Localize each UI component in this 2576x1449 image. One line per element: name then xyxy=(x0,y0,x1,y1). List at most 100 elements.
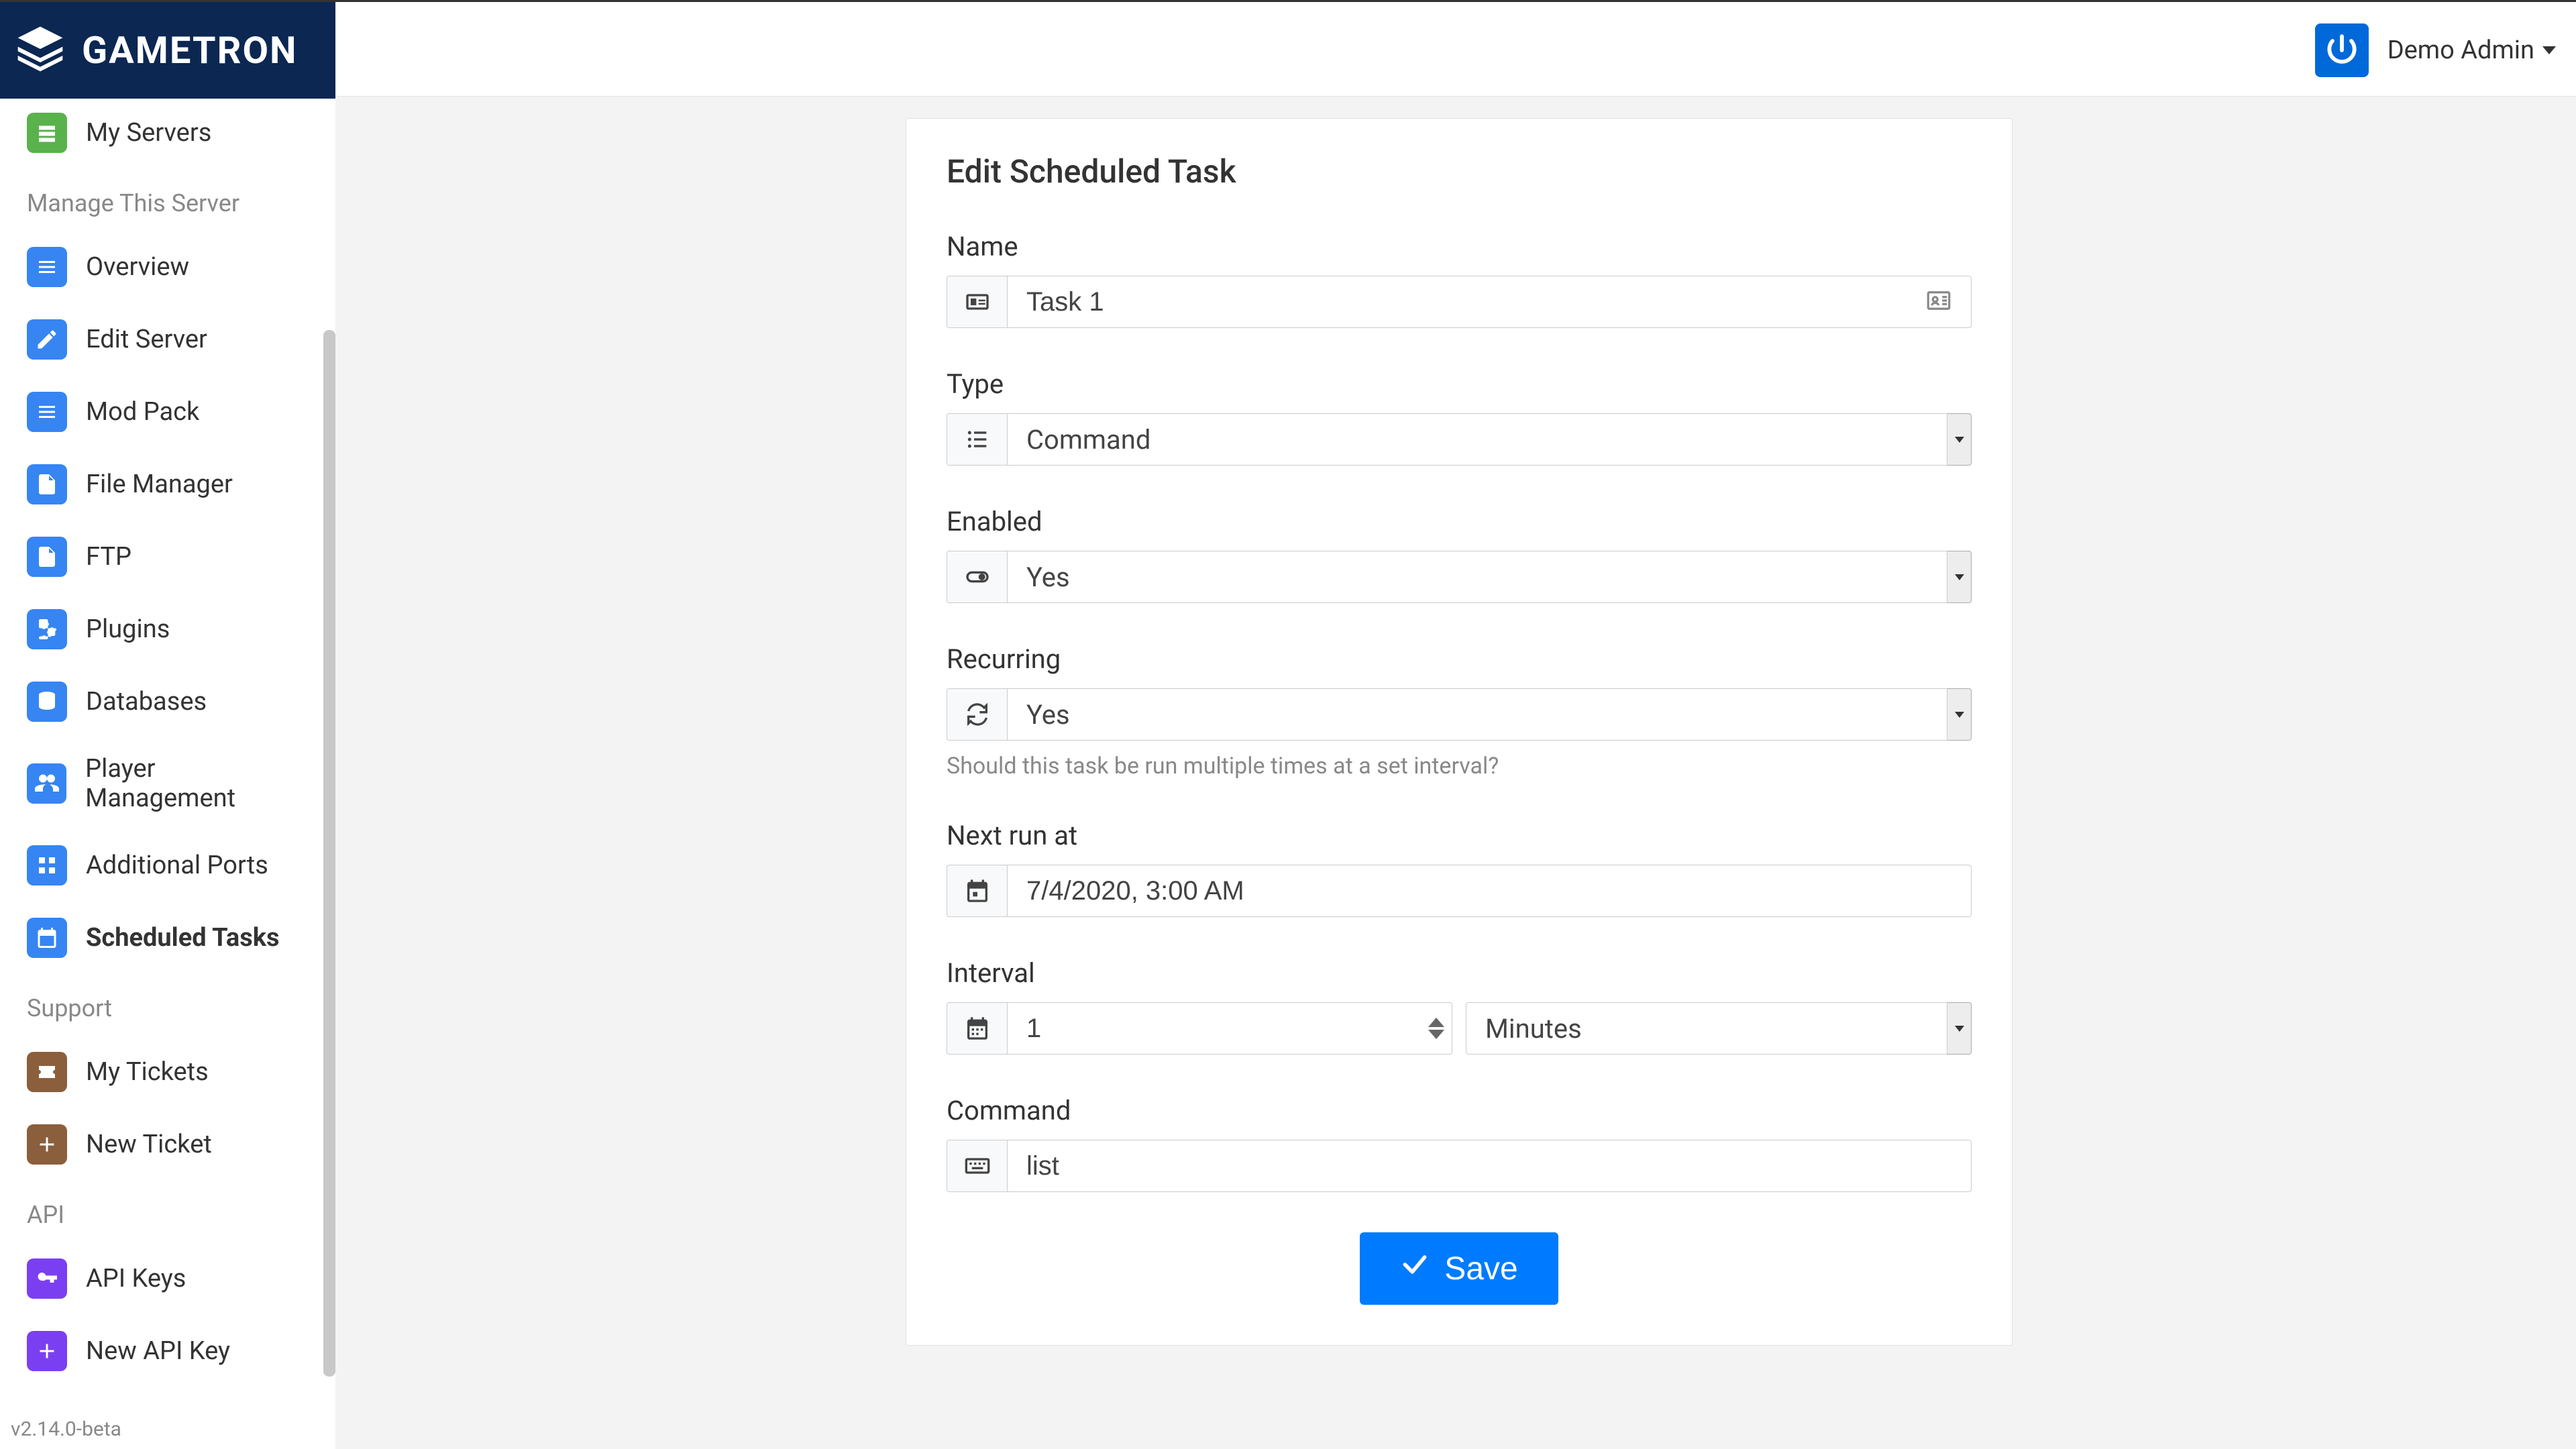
puzzle-icon xyxy=(27,609,67,649)
enabled-label: Enabled xyxy=(947,506,1972,537)
sidebar-item-label: Additional Ports xyxy=(86,851,268,880)
sidebar-item-label: My Servers xyxy=(86,118,211,148)
user-name-label: Demo Admin xyxy=(2387,36,2534,65)
sidebar-item-player-management[interactable]: Player Management xyxy=(0,738,335,829)
type-select[interactable]: Command xyxy=(1007,413,1947,466)
user-menu[interactable]: Demo Admin xyxy=(2387,36,2556,65)
server-icon xyxy=(27,113,67,153)
sidebar-section-api: API xyxy=(0,1181,335,1242)
edit-task-card: Edit Scheduled Task Name Type xyxy=(906,118,2012,1346)
list-icon xyxy=(27,392,67,432)
file-icon xyxy=(27,537,67,577)
sidebar-item-overview[interactable]: Overview xyxy=(0,231,335,303)
interval-value-input[interactable] xyxy=(1007,1002,1452,1055)
command-label: Command xyxy=(947,1095,1972,1126)
dropdown-handle[interactable] xyxy=(1947,688,1972,741)
enabled-value: Yes xyxy=(1026,561,1070,593)
sidebar-item-my-servers[interactable]: My Servers xyxy=(0,97,335,169)
file-icon xyxy=(27,464,67,504)
version-label: v2.14.0-beta xyxy=(11,1417,121,1441)
check-icon xyxy=(1400,1250,1430,1287)
main-content: Edit Scheduled Task Name Type xyxy=(335,97,2576,1449)
users-icon xyxy=(27,763,66,804)
top-bar: GAMETRON Demo Admin xyxy=(0,0,2576,97)
database-icon xyxy=(27,682,67,722)
sidebar-item-mod-pack[interactable]: Mod Pack xyxy=(0,376,335,448)
sidebar-item-my-tickets[interactable]: My Tickets xyxy=(0,1036,335,1108)
sidebar-item-ftp[interactable]: FTP xyxy=(0,521,335,593)
chevron-down-icon xyxy=(2542,46,2556,54)
sidebar-item-label: File Manager xyxy=(86,470,233,499)
sidebar-item-databases[interactable]: Databases xyxy=(0,665,335,738)
interval-unit-value: Minutes xyxy=(1485,1013,1582,1044)
id-card-icon xyxy=(947,276,1007,328)
edit-icon xyxy=(27,319,67,360)
interval-label: Interval xyxy=(947,957,1972,989)
interval-unit-select[interactable]: Minutes xyxy=(1466,1002,1947,1055)
recurring-select[interactable]: Yes xyxy=(1007,688,1947,741)
brand-name: GAMETRON xyxy=(82,28,298,72)
sidebar-item-label: Edit Server xyxy=(86,325,207,354)
network-icon xyxy=(27,845,67,885)
sidebar-item-label: Overview xyxy=(86,252,189,282)
sidebar-section-support: Support xyxy=(0,974,335,1036)
save-button[interactable]: Save xyxy=(1360,1232,1558,1305)
type-label: Type xyxy=(947,368,1972,400)
calendar-day-icon xyxy=(947,865,1007,917)
sidebar-item-label: FTP xyxy=(86,542,131,572)
toggle-icon xyxy=(947,551,1007,603)
sidebar-item-edit-server[interactable]: Edit Server xyxy=(0,303,335,376)
sidebar-item-api-keys[interactable]: API Keys xyxy=(0,1242,335,1315)
plus-icon xyxy=(27,1124,67,1165)
sidebar-item-label: My Tickets xyxy=(86,1057,209,1087)
keyboard-icon xyxy=(947,1140,1007,1192)
command-input[interactable] xyxy=(1007,1140,1972,1192)
chevron-up-icon xyxy=(1428,1018,1444,1027)
nextrun-input[interactable] xyxy=(1007,865,1972,917)
sidebar-item-additional-ports[interactable]: Additional Ports xyxy=(0,829,335,902)
sidebar-item-label: New Ticket xyxy=(86,1130,212,1159)
calendar-icon xyxy=(27,918,67,958)
sidebar-item-label: Mod Pack xyxy=(86,397,199,427)
scrollbar-thumb[interactable] xyxy=(323,330,335,1377)
sidebar-item-new-ticket[interactable]: New Ticket xyxy=(0,1108,335,1181)
calendar-grid-icon xyxy=(947,1002,1007,1055)
sidebar-item-label: Plugins xyxy=(86,614,170,644)
sidebar-item-label: Databases xyxy=(86,687,207,716)
contact-card-icon xyxy=(1925,286,1953,317)
chevron-down-icon xyxy=(1428,1030,1444,1039)
sidebar-item-label: Scheduled Tasks xyxy=(86,923,280,953)
sidebar-item-scheduled-tasks[interactable]: Scheduled Tasks xyxy=(0,902,335,974)
sidebar-item-label: Player Management xyxy=(85,754,309,813)
stack-icon xyxy=(13,22,67,78)
plus-icon xyxy=(27,1331,67,1371)
sidebar-item-label: New API Key xyxy=(86,1336,230,1366)
recurring-label: Recurring xyxy=(947,643,1972,675)
sidebar-item-file-manager[interactable]: File Manager xyxy=(0,448,335,521)
type-value: Command xyxy=(1026,424,1150,455)
list-icon xyxy=(947,413,1007,466)
sidebar: My Servers Manage This Server Overview E… xyxy=(0,97,335,1449)
dropdown-handle[interactable] xyxy=(1947,1002,1972,1055)
dropdown-handle[interactable] xyxy=(1947,413,1972,466)
sidebar-item-new-api-key[interactable]: New API Key xyxy=(0,1315,335,1387)
sidebar-section-manage: Manage This Server xyxy=(0,169,335,231)
card-title: Edit Scheduled Task xyxy=(947,152,1972,191)
power-button[interactable] xyxy=(2315,23,2369,77)
save-button-label: Save xyxy=(1444,1250,1517,1287)
name-input[interactable] xyxy=(1007,276,1972,328)
sidebar-item-plugins[interactable]: Plugins xyxy=(0,593,335,665)
nextrun-label: Next run at xyxy=(947,820,1972,851)
brand-logo[interactable]: GAMETRON xyxy=(0,2,335,99)
dropdown-handle[interactable] xyxy=(1947,551,1972,603)
key-icon xyxy=(27,1258,67,1299)
recurring-help-text: Should this task be run multiple times a… xyxy=(947,753,1972,780)
enabled-select[interactable]: Yes xyxy=(1007,551,1947,603)
sidebar-item-label: API Keys xyxy=(86,1264,186,1293)
ticket-icon xyxy=(27,1052,67,1092)
recurring-value: Yes xyxy=(1026,699,1070,731)
list-icon xyxy=(27,247,67,287)
sync-icon xyxy=(947,688,1007,741)
name-label: Name xyxy=(947,231,1972,262)
number-spinner[interactable] xyxy=(1428,1018,1444,1039)
